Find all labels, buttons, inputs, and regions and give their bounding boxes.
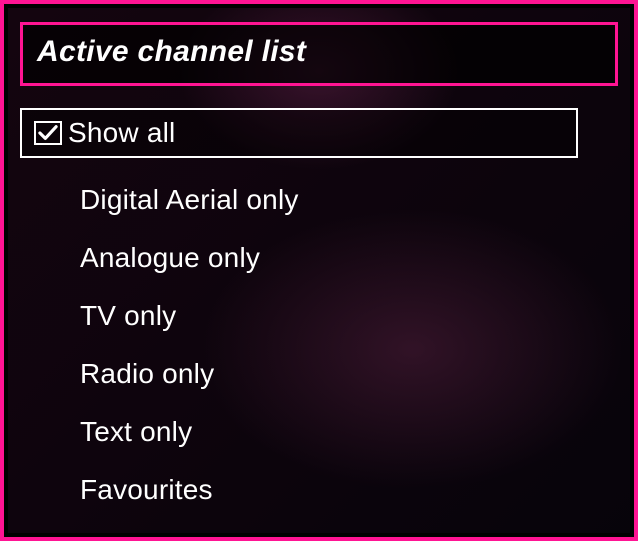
option-favourites[interactable]: Favourites bbox=[20, 466, 618, 514]
option-label: TV only bbox=[80, 300, 176, 332]
option-show-all[interactable]: Show all bbox=[20, 108, 578, 158]
menu-title: Active channel list bbox=[37, 35, 601, 69]
menu-content: Active channel list Show all Digital Aer… bbox=[4, 4, 634, 540]
option-digital-aerial-only[interactable]: Digital Aerial only bbox=[20, 176, 618, 224]
option-label: Text only bbox=[80, 416, 192, 448]
option-text-only[interactable]: Text only bbox=[20, 408, 618, 456]
option-label: Show all bbox=[68, 117, 175, 149]
menu-frame: Active channel list Show all Digital Aer… bbox=[0, 0, 638, 541]
option-label: Analogue only bbox=[80, 242, 260, 274]
option-label: Digital Aerial only bbox=[80, 184, 299, 216]
option-label: Radio only bbox=[80, 358, 214, 390]
option-analogue-only[interactable]: Analogue only bbox=[20, 234, 618, 282]
option-radio-only[interactable]: Radio only bbox=[20, 350, 618, 398]
option-tv-only[interactable]: TV only bbox=[20, 292, 618, 340]
checkbox-icon bbox=[34, 121, 62, 145]
title-box: Active channel list bbox=[20, 22, 618, 86]
option-label: Favourites bbox=[80, 474, 213, 506]
